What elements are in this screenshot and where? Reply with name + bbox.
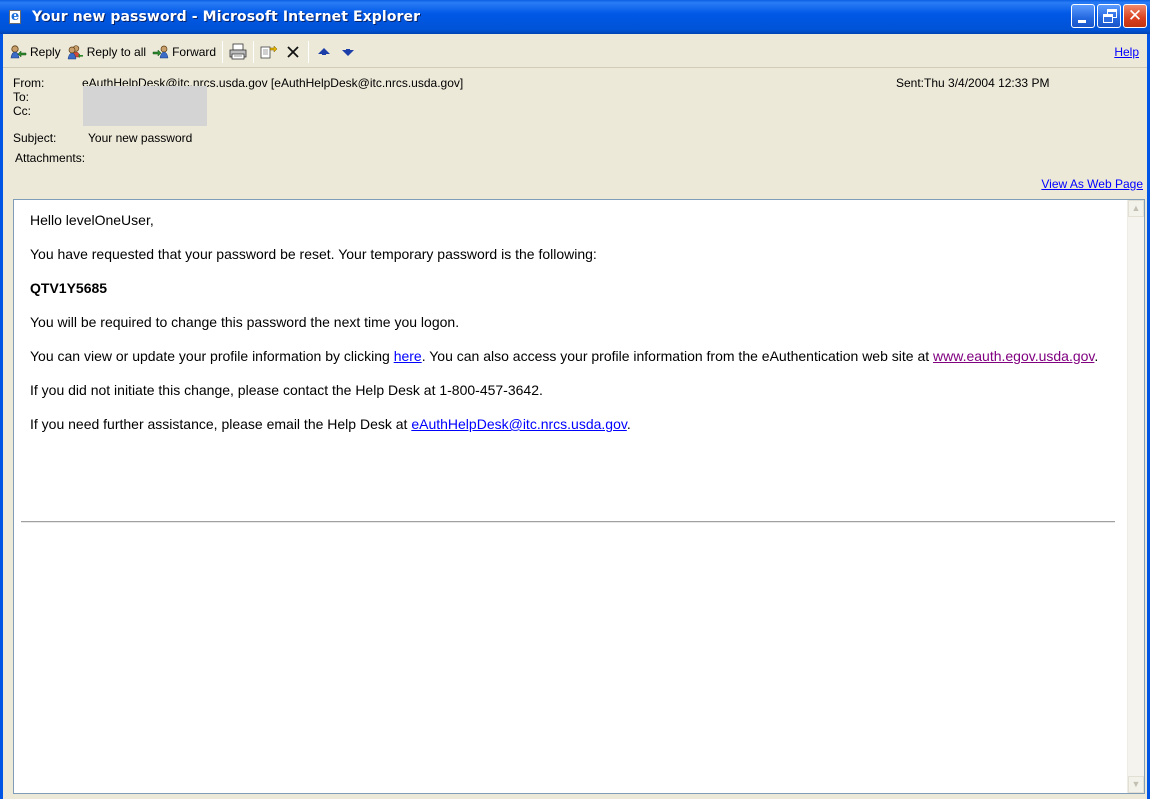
here-link[interactable]: here	[394, 348, 422, 364]
toolbar-separator	[222, 40, 224, 63]
ie-page-icon: e	[9, 9, 21, 24]
reply-all-icon	[67, 44, 83, 59]
restore-button[interactable]	[1097, 4, 1121, 28]
sent-date: Sent:Thu 3/4/2004 12:33 PM	[896, 76, 1050, 90]
toolbar: Reply Reply to all Forward Help	[3, 36, 1147, 68]
profile-text-b: . You can also access your profile infor…	[421, 348, 934, 364]
cc-label: Cc:	[13, 104, 31, 118]
print-icon	[229, 43, 247, 59]
minimize-button[interactable]	[1071, 4, 1095, 28]
body-line-contact: If you did not initiate this change, ple…	[30, 382, 543, 398]
message-window: Reply Reply to all Forward Help From: eA…	[0, 34, 1150, 799]
subject-label: Subject:	[13, 131, 57, 145]
toolbar-separator	[308, 40, 310, 63]
redacted-recipients	[83, 86, 207, 126]
down-arrow-icon	[342, 48, 355, 56]
cc-row: Cc:	[13, 104, 71, 118]
message-text: Hello levelOneUser, You have requested t…	[30, 210, 1120, 448]
view-as-web-page-link[interactable]: View As Web Page	[1041, 177, 1143, 191]
reply-icon	[10, 44, 27, 58]
delete-icon	[287, 45, 299, 58]
attachments-row: Attachments:	[15, 151, 85, 165]
reply-all-button[interactable]: Reply to all	[64, 40, 149, 64]
eauth-site-link[interactable]: www.eauth.egov.usda.gov	[933, 348, 1094, 364]
scroll-up-icon: ▲	[1131, 203, 1141, 213]
message-body[interactable]: Hello levelOneUser, You have requested t…	[13, 199, 1145, 794]
minimize-icon	[1078, 20, 1086, 23]
window-title: Your new password - Microsoft Internet E…	[32, 9, 421, 25]
profile-text-a: You can view or update your profile info…	[30, 348, 394, 364]
temporary-password: QTV1Y5685	[30, 280, 108, 296]
body-line-request: You have requested that your password be…	[30, 246, 597, 262]
forward-label: Forward	[172, 44, 217, 59]
to-row: To:	[13, 90, 71, 104]
move-to-folder-icon	[260, 44, 278, 58]
email-text-a: If you need further assistance, please e…	[30, 416, 412, 432]
from-row: From: eAuthHelpDesk@itc.nrcs.usda.gov [e…	[13, 76, 463, 90]
attachments-label: Attachments:	[15, 151, 86, 165]
help-link[interactable]: Help	[1114, 45, 1139, 59]
print-button[interactable]	[226, 40, 250, 64]
window-controls: ✕	[1071, 4, 1147, 28]
reply-all-label: Reply to all	[86, 44, 147, 59]
move-to-folder-button[interactable]	[257, 40, 281, 64]
scroll-up-button[interactable]: ▲	[1128, 200, 1144, 217]
up-arrow-icon	[318, 47, 331, 55]
subject-row: Subject: Your new password	[13, 131, 192, 145]
scroll-down-button[interactable]: ▼	[1128, 776, 1144, 793]
title-bar[interactable]: e Your new password - Microsoft Internet…	[0, 0, 1150, 34]
forward-icon	[152, 45, 169, 58]
body-line-email: If you need further assistance, please e…	[30, 414, 1120, 434]
helpdesk-email-link[interactable]: eAuthHelpDesk@itc.nrcs.usda.gov	[411, 416, 627, 432]
forward-button[interactable]: Forward	[149, 40, 219, 64]
reply-button[interactable]: Reply	[7, 40, 64, 64]
vertical-scrollbar[interactable]: ▲ ▼	[1127, 200, 1144, 793]
close-icon: ✕	[1127, 6, 1143, 26]
body-line-change-required: You will be required to change this pass…	[30, 314, 460, 330]
previous-item-button[interactable]	[312, 40, 336, 64]
close-button[interactable]: ✕	[1123, 4, 1147, 28]
horizontal-rule	[21, 521, 1115, 523]
greeting: Hello levelOneUser,	[30, 212, 154, 228]
profile-text-c: .	[1094, 348, 1099, 364]
subject-value: Your new password	[88, 131, 193, 145]
next-item-button[interactable]	[336, 40, 360, 64]
toolbar-separator	[253, 40, 255, 63]
body-line-profile: You can view or update your profile info…	[30, 346, 1120, 366]
reply-label: Reply	[30, 44, 61, 59]
from-label: From:	[13, 76, 45, 90]
delete-button[interactable]	[281, 40, 305, 64]
to-label: To:	[13, 90, 30, 104]
email-text-b: .	[626, 416, 631, 432]
scroll-down-icon: ▼	[1131, 779, 1141, 789]
